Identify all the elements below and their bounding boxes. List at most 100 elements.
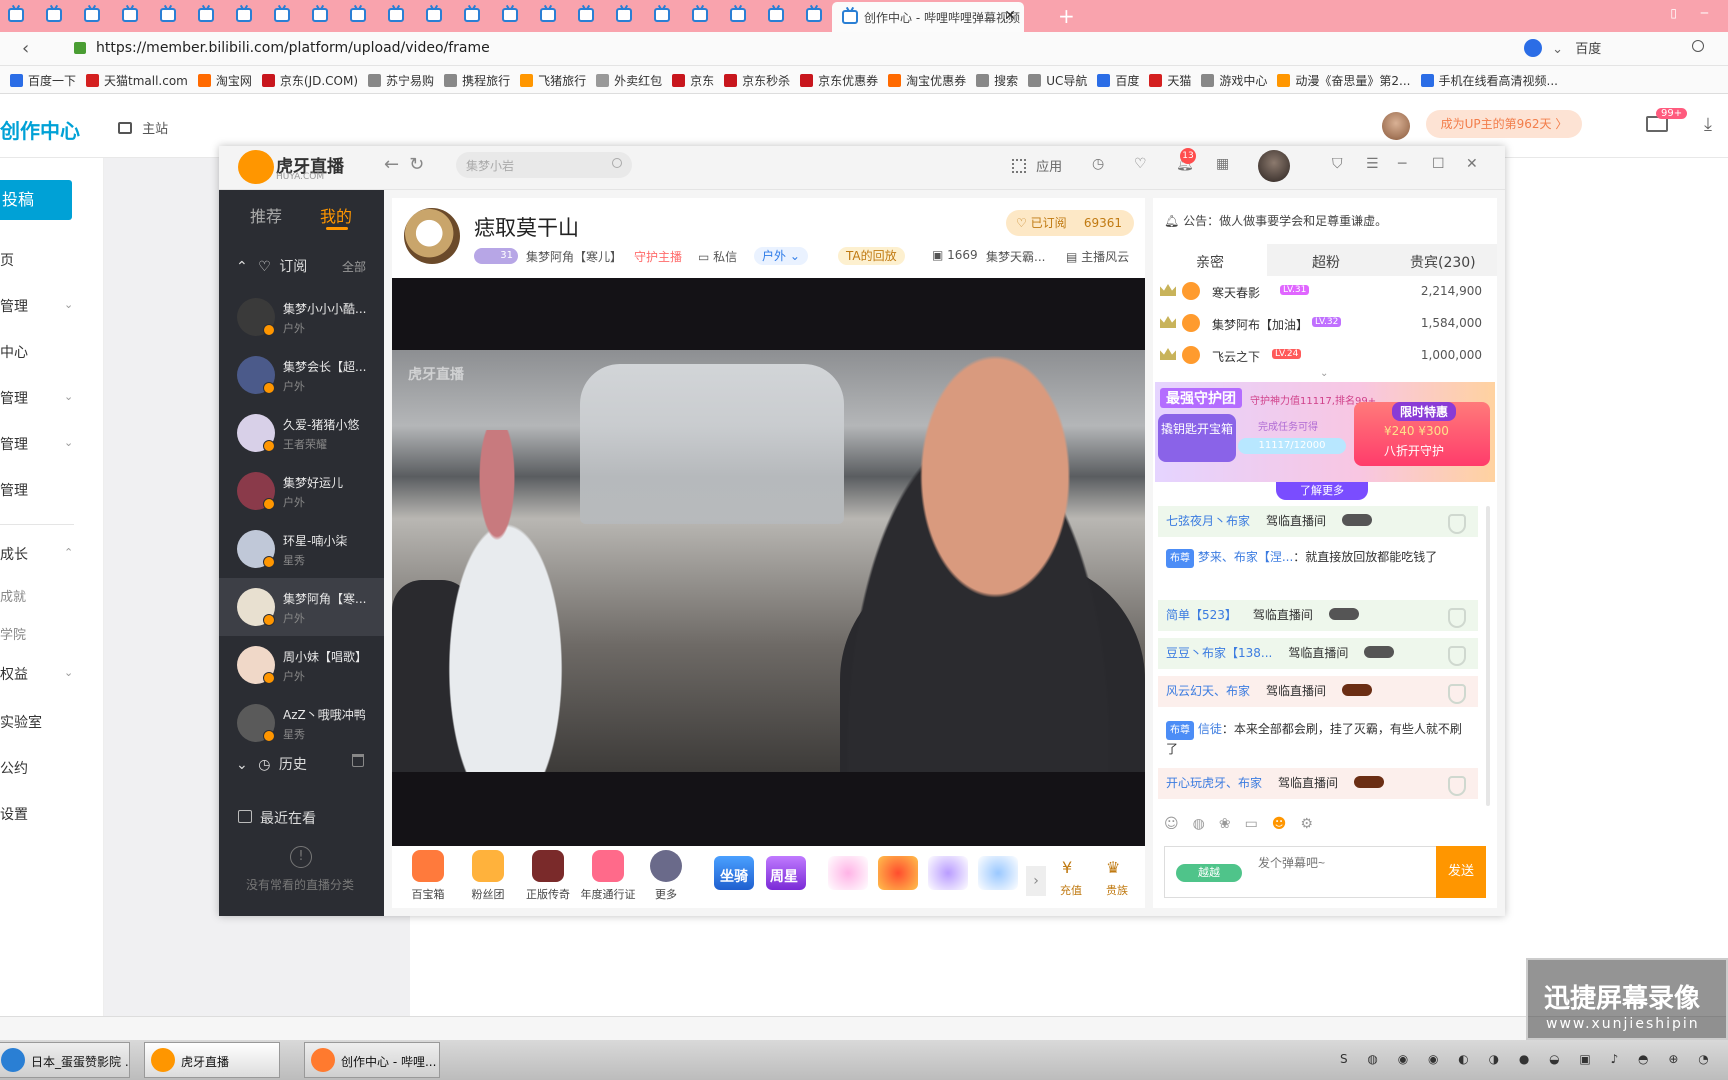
chevron-down-icon[interactable]: ⌄ [64,436,73,449]
bookmark-item[interactable]: UC导航 [1028,66,1087,89]
chat-user[interactable]: 豆豆丶布家【138... [1166,646,1272,660]
streamer-name[interactable]: 集梦阿角【寒儿】 [526,248,622,265]
pet-icon[interactable]: ❀ [1219,816,1245,832]
taskbar-item-uc[interactable]: 创作中心 - 哔哩... [304,1042,440,1078]
bookmark-item[interactable]: 淘宝网 [197,66,252,89]
bilibili-tab-icon[interactable] [578,8,594,22]
emoji-icon[interactable]: ☺ [1164,816,1193,832]
chat-message[interactable]: 布尊 梦来、布家【涅...：就直接放回放都能吃钱了 [1158,542,1478,574]
bookmark-item[interactable]: 动漫《奋思量》第2... [1277,66,1411,89]
sidebar-nav-item[interactable]: 学院 [0,624,26,643]
bookmark-item[interactable]: 携程旅行 [444,66,510,89]
sidebar-nav-item[interactable]: 公约 [0,758,28,778]
up-days-button[interactable]: 成为UP主的第962天 〉 [1426,110,1582,138]
send-button[interactable]: 发送 [1436,846,1486,898]
chat-user[interactable]: 开心玩虎牙、布家 [1166,776,1262,790]
gift-item[interactable]: 百宝箱 [398,850,458,902]
bilibili-tab-icon[interactable] [312,8,328,22]
close-tab-icon[interactable]: ✕ [1004,8,1016,24]
clock-icon[interactable]: ◷ [1092,156,1104,172]
bookmark-item[interactable]: 飞猪旅行 [520,66,586,89]
bilibili-tab-icon[interactable] [540,8,556,22]
recently-watched[interactable]: 最近在看 [260,808,316,828]
chat-input[interactable] [1258,856,1408,870]
bookmark-item[interactable]: 搜索 [976,66,1018,89]
sidebar-nav-item[interactable]: 权益 [0,664,28,684]
bilibili-tab-icon[interactable] [350,8,366,22]
plugin-icon[interactable]: ▭ [1245,816,1272,832]
taskbar-item-browser[interactable]: 日本_蛋蛋赞影院 ... [0,1042,130,1078]
chat-message[interactable]: 布尊 信徒：本来全部都会刷，挂了灭霸，有些人就不刷了 [1158,714,1478,765]
list-item[interactable]: 久爱-猪猪小悠 王者荣耀 [219,404,384,462]
home-link[interactable]: 主站 [118,118,168,137]
search-engine-box[interactable]: ⌄ 百度 [1524,38,1704,62]
streamer-avatar[interactable] [404,208,460,264]
guard-link[interactable]: 守护主播 [634,248,682,265]
sidebar-nav-item[interactable]: 实验室 [0,712,42,732]
upload-button[interactable]: 投稿 [0,180,72,220]
chat-message[interactable]: 风云幻天、布家 驾临直播间 [1158,676,1478,707]
taskbar-item-huya[interactable]: 虎牙直播 [144,1042,280,1078]
new-tab-button[interactable]: + [1058,4,1075,28]
sidebar-nav-item[interactable]: 成长 [0,544,28,564]
bilibili-tab-icon[interactable] [806,8,822,22]
subscriptions-all-link[interactable]: 全部 [342,258,366,275]
list-item[interactable]: 集梦好运儿 户外 [219,462,384,520]
gift-item[interactable]: 粉丝团 [458,850,518,902]
fan-badge[interactable]: 越越 [1176,864,1242,882]
bookmark-item[interactable]: 京东秒杀 [724,66,790,89]
red-envelope-gift[interactable] [878,856,918,890]
settings-icon[interactable]: ⚙ [1300,816,1327,832]
chat-message[interactable]: 开心玩虎牙、布家 驾临直播间 [1158,768,1478,799]
active-tab[interactable]: 创作中心 - 哔哩哔哩弹幕视频 ✕ [832,2,1024,32]
bookmark-item[interactable]: 天猫tmall.com [86,66,188,89]
bookmark-item[interactable]: 外卖红包 [596,66,662,89]
chevron-up-icon[interactable]: ⌃ [64,546,73,559]
bilibili-tab-icon[interactable] [236,8,252,22]
list-item[interactable]: 周小妹【唱歌】 户外 [219,636,384,694]
chat-user[interactable]: 梦来、布家【涅... [1198,550,1293,564]
chevron-down-icon[interactable]: ⌄ [1320,368,1328,379]
sidebar-nav-item[interactable]: 页 [0,250,14,270]
list-item[interactable]: 集梦小小小酷... 户外 [219,288,384,346]
sidebar-nav-item[interactable]: 成就 [0,586,26,605]
system-tray[interactable]: S ◍ ◉ ◉ ◐ ◑ ● ◒ ▣ ♪ ◓ ⊕ ◔ ◕ ◖ ◗ [1340,1052,1728,1066]
bookmark-item[interactable]: 京东 [672,66,714,89]
bookmark-item[interactable]: 淘宝优惠券 [888,66,966,89]
bilibili-tab-icon[interactable] [198,8,214,22]
sidebar-nav-item[interactable]: 管理 [0,480,28,500]
plane-gift[interactable] [978,856,1018,890]
maximize-icon[interactable]: ☐ [1432,156,1445,172]
huya-search-input[interactable]: 集梦小岩 [456,152,632,178]
recharge-button[interactable]: 充值 [1060,882,1082,898]
bookmark-item[interactable]: 京东优惠券 [800,66,878,89]
bilibili-tab-icon[interactable] [8,8,24,22]
list-item[interactable]: 集梦阿角【寒... 户外 [219,578,384,636]
close-icon[interactable]: ✕ [1466,156,1478,172]
chevron-down-icon[interactable]: ⌄ [64,666,73,679]
bilibili-tab-icon[interactable] [160,8,176,22]
chat-user[interactable]: 风云幻天、布家 [1166,684,1250,698]
sidebar-nav-item[interactable]: 中心 [0,342,28,362]
tab-vip[interactable]: 贵宾(230) [1410,252,1476,272]
category-dropdown[interactable]: 户外 ⌄ [754,247,808,265]
back-arrow-icon[interactable]: ← [384,154,409,175]
bilibili-tab-icon[interactable] [730,8,746,22]
gift-item[interactable]: 年度通行证 [578,850,638,902]
list-item[interactable]: AzZ丶哦哦冲鸭 星秀 [219,694,384,742]
text-style-icon[interactable]: ◍ [1193,816,1219,832]
sidebar-nav-item[interactable]: 管理 [0,434,28,454]
sidebar-nav-item[interactable]: 设置 [0,804,28,824]
bilibili-tab-icon[interactable] [46,8,62,22]
shirt-icon[interactable]: ⛉ [1332,156,1343,172]
apps-button[interactable]: 应用 [1012,156,1062,175]
rank-row[interactable]: 集梦阿布【加油】 LV.32 1,584,000 [1158,308,1490,340]
gift-item[interactable]: 更多 [636,850,696,902]
tab-recommend[interactable]: 推荐 [250,203,282,227]
search-icon[interactable] [1692,40,1704,52]
chat-user[interactable]: 七弦夜月丶布家 [1166,514,1250,528]
gift-item[interactable]: 正版传奇 [518,850,578,902]
trash-icon[interactable] [352,754,364,767]
bilibili-tab-icon[interactable] [426,8,442,22]
style-link[interactable]: ▤ 主播风云 [1066,248,1129,265]
